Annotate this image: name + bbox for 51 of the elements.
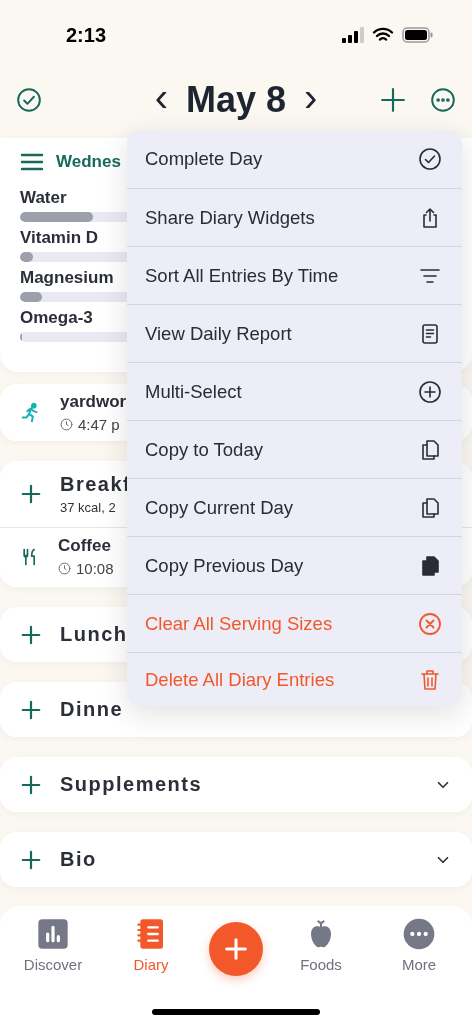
- nutrient-name: Water: [20, 188, 67, 208]
- menu-item[interactable]: Copy to Today: [127, 420, 462, 478]
- next-day-button[interactable]: ›: [304, 77, 318, 117]
- add-icon: [20, 623, 42, 646]
- close-circle-icon: [418, 611, 442, 636]
- meal-title: Bio: [60, 848, 97, 871]
- tab[interactable]: More: [379, 918, 459, 1024]
- check-circle-icon: [16, 87, 42, 113]
- tab[interactable]: Discover: [13, 918, 93, 1024]
- activity-name: yardwor: [60, 392, 127, 412]
- menu-icon: [20, 152, 44, 172]
- plus-circle-icon: [418, 379, 442, 404]
- add-icon: [20, 848, 42, 871]
- tab[interactable]: Foods: [281, 918, 361, 1024]
- activity-time: 4:47 p: [78, 416, 120, 433]
- menu-item[interactable]: Multi-Select: [127, 362, 462, 420]
- trash-icon: [418, 667, 442, 692]
- previous-day-button[interactable]: ‹: [154, 77, 168, 117]
- clock-icon: [58, 562, 71, 575]
- clock-icon: [60, 418, 73, 431]
- menu-item[interactable]: Share Diary Widgets: [127, 188, 462, 246]
- menu-item[interactable]: Copy Previous Day: [127, 536, 462, 594]
- add-icon: [380, 87, 406, 113]
- more-icon: [403, 918, 435, 950]
- battery-icon: [402, 27, 434, 43]
- menu-item[interactable]: View Daily Report: [127, 304, 462, 362]
- check-circle-icon: [418, 147, 442, 171]
- status-time: 2:13: [66, 23, 107, 47]
- meal-title: Supplements: [60, 773, 203, 796]
- menu-item[interactable]: Complete Day: [127, 130, 462, 188]
- signal-icon: [342, 27, 364, 43]
- nutrient-name: Vitamin D: [20, 228, 99, 248]
- nutrient-name: Magnesium: [20, 268, 114, 288]
- nutrient-name: Omega-3: [20, 308, 93, 328]
- more-icon: [430, 87, 456, 113]
- date-title: May 8: [185, 79, 287, 121]
- menu-item[interactable]: Sort All Entries By Time: [127, 246, 462, 304]
- day-label: Wednes: [56, 152, 121, 172]
- food-time: 10:08: [76, 560, 114, 577]
- add-icon: [20, 773, 42, 796]
- plus-icon: [222, 935, 250, 963]
- wifi-icon: [372, 27, 394, 43]
- meal-summary: 37 kcal, 2: [60, 500, 117, 515]
- menu-item[interactable]: Copy Current Day: [127, 478, 462, 536]
- add-button[interactable]: [209, 922, 263, 976]
- food-name: Coffee: [58, 536, 112, 556]
- bar-chart-icon: [37, 918, 69, 950]
- meal-title: Dinne: [60, 698, 124, 721]
- meal-title: Lunch: [60, 623, 128, 646]
- add-icon: [20, 483, 42, 505]
- add-icon: [20, 698, 42, 721]
